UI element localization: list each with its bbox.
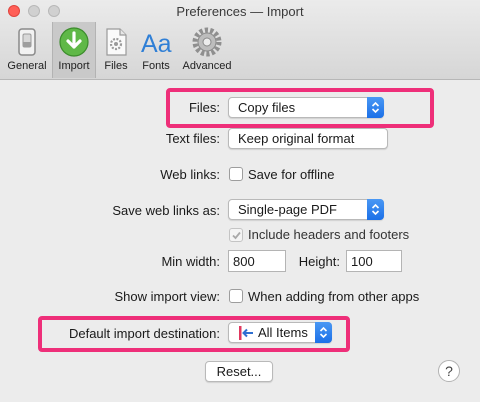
- default-import-destination-popup[interactable]: All Items: [228, 322, 332, 343]
- reset-button[interactable]: Reset...: [205, 361, 273, 382]
- tab-general[interactable]: General: [4, 22, 50, 78]
- tab-files-label: Files: [104, 60, 128, 72]
- popup-stepper-icon: [315, 322, 332, 343]
- tab-advanced-label: Advanced: [182, 60, 232, 72]
- aa-font-icon: Aa: [141, 30, 172, 58]
- tab-advanced[interactable]: Advanced: [178, 22, 236, 78]
- include-headers-footers-label[interactable]: Include headers and footers: [248, 227, 409, 242]
- min-width-field[interactable]: 800: [228, 250, 286, 272]
- show-import-view-checkbox[interactable]: [229, 289, 243, 303]
- download-arrow-icon: [59, 27, 89, 57]
- tab-fonts-label: Fonts: [142, 60, 170, 72]
- svg-text:Aa: Aa: [141, 30, 172, 58]
- tab-files[interactable]: Files: [98, 22, 134, 78]
- switch-icon: [18, 28, 36, 56]
- min-width-label: Min width:: [161, 254, 220, 269]
- files-popup-value: Copy files: [238, 100, 296, 115]
- tab-import[interactable]: Import: [52, 22, 96, 78]
- save-for-offline-checkbox[interactable]: [229, 167, 243, 181]
- default-import-destination-label: Default import destination:: [68, 326, 220, 341]
- web-links-label: Web links:: [160, 167, 220, 182]
- height-label: Height:: [298, 254, 340, 269]
- save-for-offline-label[interactable]: Save for offline: [248, 167, 334, 182]
- save-web-links-as-label: Save web links as:: [112, 203, 220, 218]
- show-import-view-checkbox-label[interactable]: When adding from other apps: [248, 289, 419, 304]
- gear-document-icon: [106, 28, 127, 56]
- inbox-arrow-icon: [239, 326, 253, 340]
- text-files-popup-value: Keep original format: [238, 131, 355, 146]
- save-web-links-as-popup[interactable]: Single-page PDF: [228, 199, 384, 220]
- tab-fonts[interactable]: Aa Fonts: [136, 22, 176, 78]
- window-title: Preferences — Import: [176, 4, 304, 19]
- height-field[interactable]: 100: [346, 250, 402, 272]
- title-bar: Preferences — Import General Import File…: [0, 0, 480, 80]
- text-files-popup[interactable]: Keep original format: [228, 128, 388, 149]
- save-web-links-as-value: Single-page PDF: [238, 202, 337, 217]
- help-button[interactable]: ?: [438, 360, 460, 382]
- popup-stepper-icon: [367, 97, 384, 118]
- files-popup[interactable]: Copy files: [228, 97, 384, 118]
- tab-general-label: General: [7, 60, 47, 72]
- gear-icon: [192, 27, 222, 57]
- default-import-destination-value: All Items: [258, 325, 308, 340]
- preferences-window: Preferences — Import General Import File…: [0, 0, 480, 402]
- show-import-view-label: Show import view:: [114, 289, 220, 304]
- checkmark-icon: [232, 231, 241, 240]
- files-label: Files:: [188, 100, 220, 115]
- tab-import-label: Import: [58, 60, 90, 72]
- include-headers-footers-checkbox[interactable]: [229, 228, 243, 242]
- text-files-label: Text files:: [165, 131, 220, 146]
- popup-stepper-icon: [367, 199, 384, 220]
